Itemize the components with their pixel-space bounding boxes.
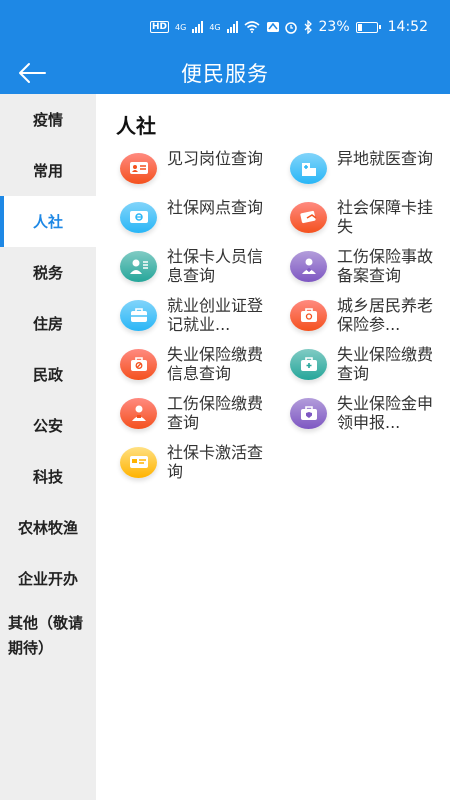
service-item[interactable]: 工伤保险事故备案查询 [290,242,450,290]
service-label: 工伤保险缴费查询 [167,394,264,432]
service-item[interactable]: 异地就医查询 [290,144,450,192]
service-label: 异地就医查询 [337,149,434,168]
card-report-icon [290,201,327,233]
battery-percent: 23% [318,19,350,35]
briefcase-icon [120,299,157,331]
bluetooth-icon [304,20,312,34]
card-icon [120,201,157,233]
sidebar-item-epidemic[interactable]: 疫情 [0,94,96,145]
service-item[interactable]: 就业创业证登记就业... [120,291,290,339]
unemployment-icon [120,348,157,380]
section-title: 人社 [116,114,156,138]
category-sidebar: 疫情 常用 人社 税务 住房 民政 公安 科技 农林牧渔 企业开办 其他（敬请期… [0,94,96,800]
service-label: 见习岗位查询 [167,149,264,168]
medical-bag-icon [290,348,327,380]
service-item[interactable]: 城乡居民养老保险参... [290,291,450,339]
page-title: 便民服务 [181,62,269,86]
injury-icon [290,250,327,282]
service-label: 失业保险缴费信息查询 [167,345,264,383]
briefcase-shield-icon [290,397,327,429]
service-label: 城乡居民养老保险参... [337,296,434,334]
sidebar-item-business-setup[interactable]: 企业开办 [0,553,96,604]
battery-icon [355,21,381,33]
service-label: 就业创业证登记就业... [167,296,264,334]
pension-icon [290,299,327,331]
service-item[interactable]: 失业保险金申领申报... [290,389,450,437]
sidebar-item-other[interactable]: 其他（敬请期待） [0,604,96,668]
service-label: 社会保障卡挂失 [337,198,434,236]
signal-icon-2 [226,21,238,33]
id-card-icon [120,152,157,184]
service-label: 失业保险金申领申报... [337,394,434,432]
service-panel: 人社 见习岗位查询 异地就医查询 社保网点查询 社会保障卡挂失 社保卡人员信息查… [96,94,450,800]
service-label: 社保网点查询 [167,198,264,217]
hospital-icon [290,152,327,184]
network-4g-label: 4G [175,22,187,32]
service-item[interactable]: 工伤保险缴费查询 [120,389,290,437]
app-header: 便民服务 [0,52,450,94]
sidebar-item-social-security[interactable]: 人社 [0,196,96,247]
service-item[interactable]: 社保网点查询 [120,193,290,241]
activate-card-icon [120,446,157,478]
service-item[interactable]: 见习岗位查询 [120,144,290,192]
hd-badge: HD [150,21,170,33]
service-item[interactable]: 社保卡激活查询 [120,438,290,486]
service-label: 工伤保险事故备案查询 [337,247,434,285]
status-indicators: HD 4G 4G [150,18,280,36]
clock: 14:52 [387,19,428,35]
service-item[interactable]: 社会保障卡挂失 [290,193,450,241]
notification-icon [266,22,279,32]
person-info-icon [120,250,157,282]
sidebar-item-agriculture[interactable]: 农林牧渔 [0,502,96,553]
service-label: 社保卡激活查询 [167,443,264,481]
status-bar: HD 4G 4G 23% 14:52 [0,0,450,52]
status-right: 23% 14:52 [284,18,428,36]
sidebar-item-civil-affairs[interactable]: 民政 [0,349,96,400]
service-label: 失业保险缴费查询 [337,345,434,383]
sidebar-item-public-security[interactable]: 公安 [0,400,96,451]
sidebar-item-technology[interactable]: 科技 [0,451,96,502]
wifi-icon [244,21,260,33]
alarm-icon [284,22,297,34]
battery-fill [357,23,362,31]
worker-icon [120,397,157,429]
network-4g-label-2: 4G [209,22,221,32]
sidebar-item-common[interactable]: 常用 [0,145,96,196]
sidebar-item-tax[interactable]: 税务 [0,247,96,298]
sidebar-item-housing[interactable]: 住房 [0,298,96,349]
signal-icon [192,21,204,33]
service-item[interactable]: 失业保险缴费信息查询 [120,340,290,388]
service-item[interactable]: 社保卡人员信息查询 [120,242,290,290]
service-label: 社保卡人员信息查询 [167,247,264,285]
service-item[interactable]: 失业保险缴费查询 [290,340,450,388]
